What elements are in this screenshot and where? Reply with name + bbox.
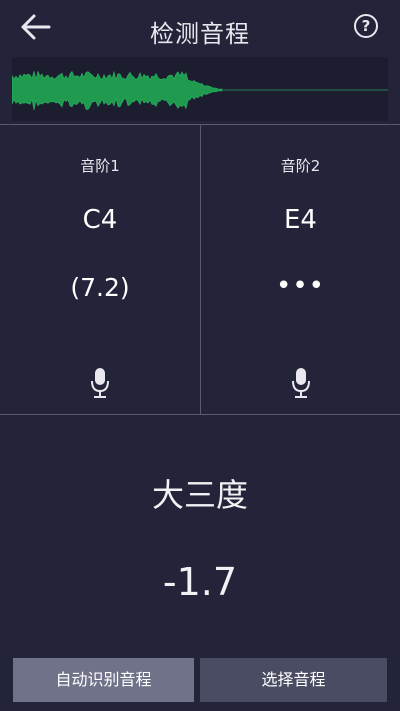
- audio-waveform: [11, 57, 388, 121]
- note1-microphone-icon[interactable]: [90, 367, 110, 399]
- note1-value: (7.2): [70, 273, 130, 302]
- help-icon[interactable]: ?: [354, 14, 378, 38]
- auto-detect-interval-button[interactable]: 自动识别音程: [13, 658, 194, 702]
- interval-name: 大三度: [151, 476, 248, 514]
- interval-value: -1.7: [162, 560, 238, 604]
- note1-label: 音阶1: [80, 157, 120, 175]
- note1-panel: 音阶1 C4 (7.2): [0, 125, 200, 414]
- select-interval-button[interactable]: 选择音程: [200, 658, 387, 702]
- note2-value: •••: [275, 271, 325, 301]
- note2-panel: 音阶2 E4 •••: [201, 125, 400, 414]
- note2-label: 音阶2: [280, 157, 321, 175]
- note2-microphone-icon[interactable]: [291, 367, 311, 399]
- note1-name: C4: [82, 205, 118, 235]
- header: 检测音程 ?: [0, 0, 400, 56]
- note2-name: E4: [284, 205, 317, 235]
- waveform-graphic: [11, 70, 388, 111]
- page-title: 检测音程: [150, 20, 250, 48]
- panel-bottom-border: [0, 414, 400, 415]
